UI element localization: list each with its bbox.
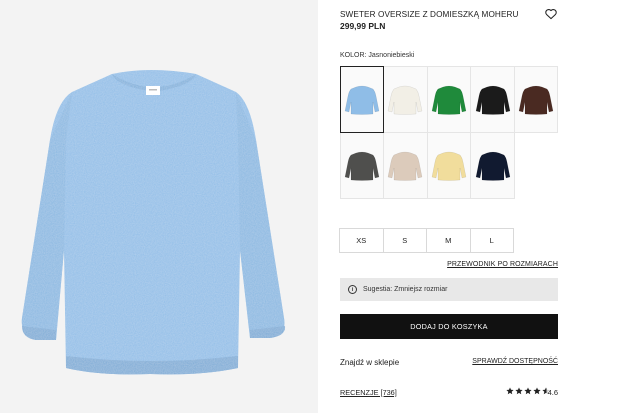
sweater-thumbnail: [388, 85, 423, 115]
color-swatch[interactable]: [470, 65, 515, 133]
color-swatch[interactable]: [383, 65, 428, 133]
sweater-thumbnail: [475, 151, 510, 181]
sweater-thumbnail: [344, 85, 380, 115]
color-label: KOLOR: Jasnoniebieski: [340, 52, 415, 59]
rating-value: 4.6: [547, 388, 558, 397]
check-availability-link[interactable]: SPRAWDŹ DOSTĘPNOŚĆ: [472, 358, 558, 365]
star-icon: [524, 387, 532, 395]
color-swatch[interactable]: [513, 65, 559, 133]
size-option[interactable]: XS: [339, 228, 384, 253]
product-price: 299,99 PLN: [340, 21, 386, 31]
sweater-thumbnail: [344, 151, 380, 181]
color-swatch[interactable]: [339, 65, 385, 133]
sweater-illustration: [21, 70, 286, 375]
product-panel: SWETER OVERSIZE Z DOMIESZKĄ MOHERU 299,9…: [339, 0, 559, 413]
color-swatch[interactable]: [383, 131, 428, 199]
size-guide-link[interactable]: PRZEWODNIK PO ROZMIARACH: [447, 261, 558, 268]
sweater-thumbnail: [431, 151, 467, 181]
sweater-thumbnail: [518, 85, 554, 115]
heart-icon[interactable]: [544, 7, 558, 21]
find-in-store-label: Znajdź w sklepie: [340, 358, 400, 367]
product-title: SWETER OVERSIZE Z DOMIESZKĄ MOHERU: [340, 10, 519, 19]
size-option[interactable]: M: [426, 228, 471, 253]
size-option[interactable]: S: [382, 228, 427, 253]
info-icon: i: [348, 285, 357, 294]
add-to-cart-button[interactable]: DODAJ DO KOSZYKA: [340, 314, 558, 339]
sweater-thumbnail: [388, 151, 423, 181]
star-icon: [515, 387, 523, 395]
reviews-link[interactable]: RECENZJE [736]: [340, 388, 397, 397]
star-icon: [533, 387, 541, 395]
star-icon: [506, 387, 514, 395]
color-swatch[interactable]: [470, 131, 515, 199]
color-swatch[interactable]: [426, 65, 472, 133]
product-image[interactable]: [0, 0, 318, 413]
size-hint-text: Sugestia: Zmniejsz rozmiar: [363, 286, 448, 293]
color-swatch[interactable]: [339, 131, 385, 199]
color-swatches: [339, 65, 559, 199]
color-swatch[interactable]: [426, 131, 472, 199]
sweater-thumbnail: [475, 85, 510, 115]
size-option[interactable]: L: [469, 228, 514, 253]
size-selector: XS S M L: [339, 228, 514, 253]
rating-stars: [506, 387, 550, 395]
size-hint: i Sugestia: Zmniejsz rozmiar: [340, 278, 558, 301]
sweater-thumbnail: [431, 85, 467, 115]
